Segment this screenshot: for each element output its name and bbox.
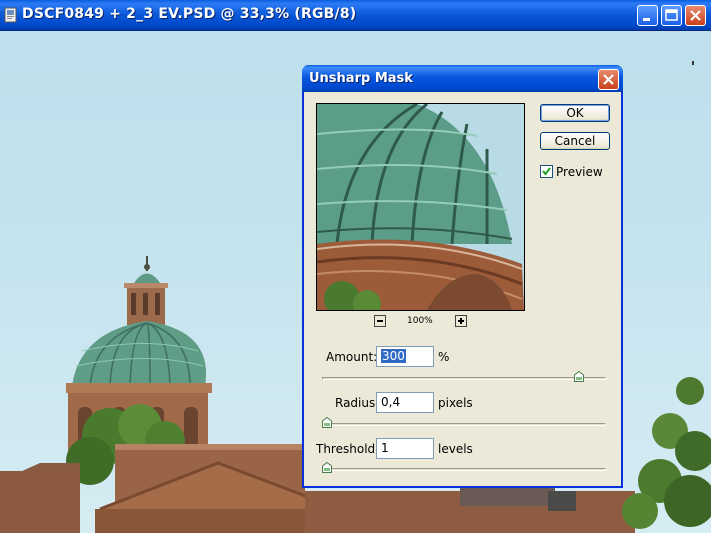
minimize-button[interactable] [637,5,658,26]
zoom-out-button[interactable] [374,315,386,327]
photoshop-window: DSCF0849 + 2_3 EV.PSD @ 33,3% (RGB/8) Un… [0,0,711,533]
preview-image[interactable] [316,103,525,311]
zoom-in-button[interactable] [455,315,467,327]
preview-label: Preview [556,165,603,179]
dome-closeup [317,104,524,310]
preview-checkbox[interactable] [540,165,553,178]
check-icon [542,167,551,176]
threshold-label: Threshold: [316,442,380,456]
amount-slider-thumb[interactable] [574,371,585,382]
photoshop-document-icon [4,7,18,23]
window-title-bar[interactable]: DSCF0849 + 2_3 EV.PSD @ 33,3% (RGB/8) [0,0,711,31]
radius-label: Radius: [335,396,380,410]
slider-thumb-icon [322,417,332,428]
threshold-slider[interactable] [322,468,606,471]
zoom-level: 100% [407,316,433,326]
close-button[interactable] [685,5,706,26]
dialog-close-button[interactable] [598,69,619,90]
amount-slider[interactable] [322,377,606,380]
zoom-out-icon [377,320,383,322]
threshold-unit: levels [438,442,473,456]
slider-thumb-icon [322,462,332,473]
amount-unit: % [438,350,450,364]
dialog-title-bar[interactable]: Unsharp Mask [302,65,623,92]
close-icon [690,10,701,21]
zoom-in-icon [458,318,464,324]
dialog-title: Unsharp Mask [309,71,413,86]
ok-button[interactable]: OK [540,104,610,122]
window-title: DSCF0849 + 2_3 EV.PSD @ 33,3% (RGB/8) [22,6,357,22]
cancel-button[interactable]: Cancel [540,132,610,150]
threshold-slider-thumb[interactable] [322,462,332,473]
unsharp-mask-dialog: Unsharp Mask 100% OK Cancel Preview Amou… [302,65,623,488]
radius-slider[interactable] [322,423,606,426]
minimize-icon [643,18,650,21]
radius-field[interactable]: 0,4 [376,392,434,413]
zoom-controls: 100% [374,315,474,329]
maximize-button[interactable] [661,5,682,26]
radius-unit: pixels [438,396,473,410]
threshold-field[interactable]: 1 [376,438,434,459]
amount-value: 300 [381,349,406,363]
amount-field[interactable]: 300 [376,346,434,367]
slider-thumb-icon [574,371,585,382]
close-icon [603,74,614,85]
radius-slider-thumb[interactable] [322,417,332,428]
maximize-icon [665,9,678,21]
amount-label: Amount: [326,350,378,364]
